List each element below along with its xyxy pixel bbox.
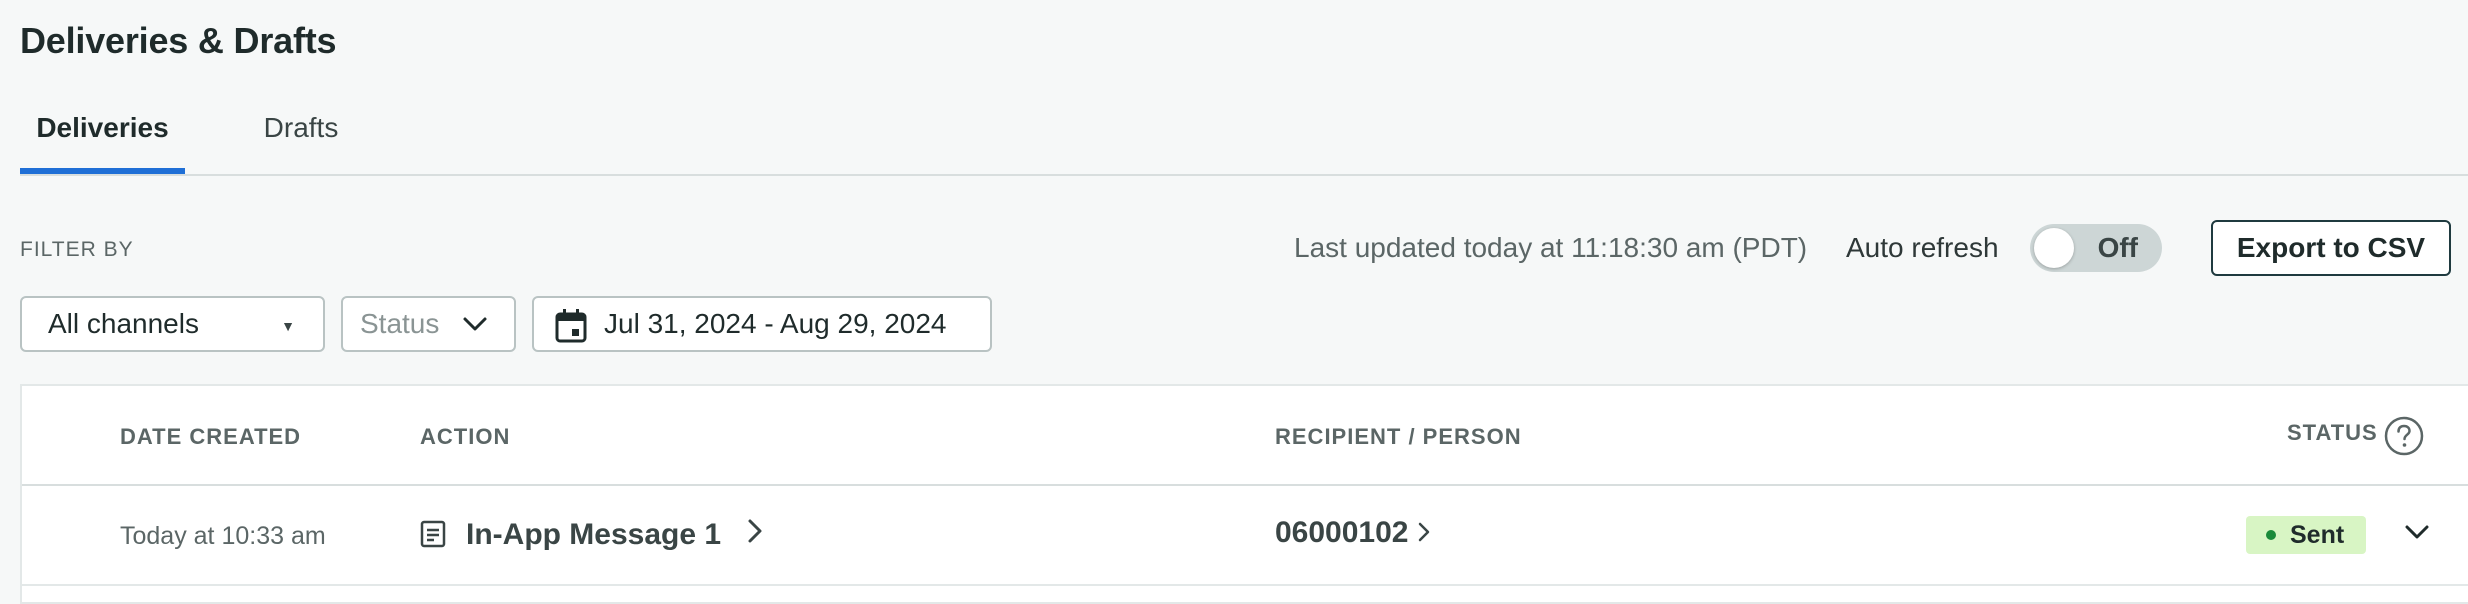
export-csv-button[interactable]: Export to CSV (2211, 220, 2451, 276)
help-circle-icon[interactable] (2384, 416, 2424, 461)
page-title: Deliveries & Drafts (20, 20, 337, 61)
action-name: In-App Message 1 (466, 518, 722, 551)
auto-refresh-label: Auto refresh (1846, 232, 1999, 263)
status-text: Sent (2290, 520, 2345, 549)
tab-drafts[interactable]: Drafts (240, 112, 362, 172)
channels-select-value: All channels (48, 308, 199, 339)
caret-down-icon: ▼ (281, 318, 295, 334)
recipient-id: 06000102 (1275, 516, 1409, 549)
date-created-cell: Today at 10:33 am (120, 522, 326, 550)
table-row[interactable]: Today at 10:33 am In-App Message 1 06000… (22, 486, 2468, 586)
chevron-right-icon (747, 518, 763, 552)
recipient-link[interactable]: 06000102 (1275, 516, 1430, 550)
tab-deliveries[interactable]: Deliveries (20, 112, 185, 174)
chevron-down-icon (460, 312, 490, 341)
status-badge: Sent (2246, 516, 2367, 554)
message-icon (420, 520, 446, 553)
column-header-action: ACTION (420, 424, 511, 449)
date-range-picker[interactable]: Jul 31, 2024 - Aug 29, 2024 (532, 296, 992, 352)
column-header-date[interactable]: DATE CREATED (120, 424, 301, 450)
calendar-icon (554, 308, 588, 349)
chevron-right-icon (1418, 516, 1430, 550)
table-header: DATE CREATED ACTION RECIPIENT / PERSON S… (22, 386, 2468, 486)
toggle-state-label: Off (2097, 232, 2138, 263)
date-range-value: Jul 31, 2024 - Aug 29, 2024 (604, 308, 947, 339)
deliveries-table: DATE CREATED ACTION RECIPIENT / PERSON S… (20, 384, 2468, 604)
status-select[interactable]: Status (341, 296, 516, 352)
column-header-status: STATUS (2287, 420, 2378, 445)
filter-by-label: FILTER BY (20, 238, 134, 261)
auto-refresh-toggle[interactable]: Off (2030, 224, 2162, 272)
tab-bar: Deliveries Drafts (20, 112, 2468, 176)
channels-select[interactable]: All channels ▼ (20, 296, 325, 352)
status-dot (2266, 530, 2276, 540)
chevron-down-icon[interactable] (2402, 520, 2432, 549)
toggle-knob (2034, 228, 2074, 268)
last-updated-text: Last updated today at 11:18:30 am (PDT) (1294, 232, 1808, 263)
column-header-recipient: RECIPIENT / PERSON (1275, 424, 1522, 449)
status-select-placeholder: Status (360, 308, 440, 339)
action-link[interactable]: In-App Message 1 (466, 518, 763, 552)
